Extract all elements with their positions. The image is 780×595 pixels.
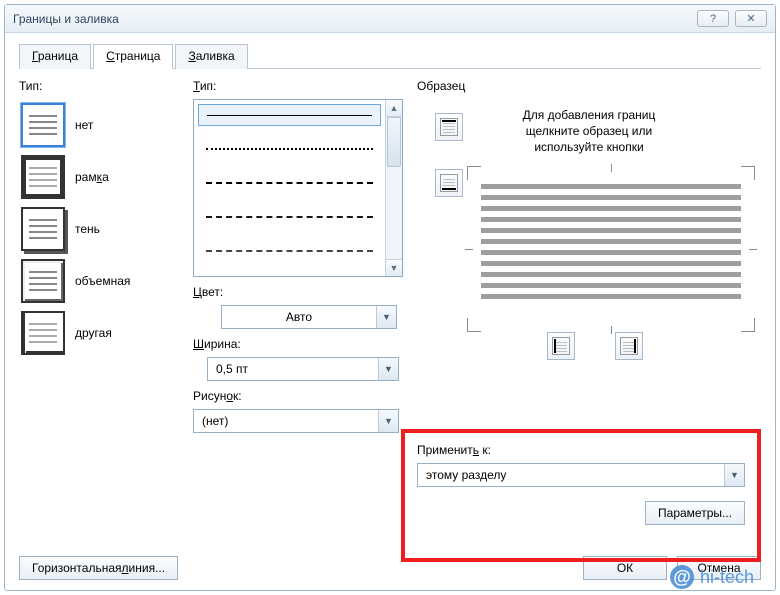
line-style-items <box>194 100 385 276</box>
tab-label: раница <box>38 49 78 63</box>
style-column: Тип: ▲ ▼ <box>193 79 403 524</box>
dropdown-arrow-icon[interactable]: ▼ <box>724 464 744 486</box>
scroll-up-button[interactable]: ▲ <box>386 100 402 117</box>
apply-to-value: этому разделу <box>418 464 724 486</box>
width-value: 0,5 пт <box>208 358 378 380</box>
help-button[interactable]: ? <box>697 10 729 27</box>
dropdown-arrow-icon[interactable]: ▼ <box>378 358 398 380</box>
line-style-dashed[interactable] <box>198 206 381 228</box>
preview-label: Образец <box>417 79 761 93</box>
crop-mark-icon <box>741 166 755 180</box>
art-dropdown[interactable]: (нет) ▼ <box>193 409 399 433</box>
edge-top-icon <box>440 118 458 136</box>
edge-right-icon <box>620 337 638 355</box>
width-label: Ширина: <box>193 337 403 351</box>
edge-bottom-button[interactable] <box>435 169 463 197</box>
art-value: (нет) <box>194 410 378 432</box>
crop-tick-icon <box>749 249 757 250</box>
dropdown-arrow-icon[interactable]: ▼ <box>378 410 398 432</box>
setting-label-none: нет <box>75 118 93 132</box>
crop-tick-icon <box>611 326 612 334</box>
setting-option-3d[interactable]: объемная <box>19 255 179 307</box>
color-dropdown[interactable]: Авто ▼ <box>221 305 397 329</box>
setting-option-none[interactable]: нет <box>19 99 179 151</box>
apply-to-dropdown[interactable]: этому разделу ▼ <box>417 463 745 487</box>
horizontal-line-button[interactable]: Горизонтальная линия... <box>19 556 178 580</box>
scroll-down-button[interactable]: ▼ <box>386 259 402 276</box>
crop-mark-icon <box>467 318 481 332</box>
tab-label: аливка <box>196 49 235 63</box>
swatch-custom-icon <box>21 311 65 355</box>
line-preview-icon <box>206 182 373 184</box>
preview-sample[interactable] <box>475 174 747 324</box>
tab-shading[interactable]: Заливка <box>175 44 247 69</box>
scroll-thumb[interactable] <box>387 117 401 167</box>
tab-strip: Граница Страница Заливка <box>19 43 761 69</box>
line-style-solid[interactable] <box>198 104 381 126</box>
line-style-listbox[interactable]: ▲ ▼ <box>193 99 403 277</box>
setting-label-shadow: тень <box>75 222 100 236</box>
window-controls: ? ✕ <box>697 10 767 27</box>
setting-column: Тип: нет рамка те <box>19 79 179 524</box>
color-label: Цвет: <box>193 285 403 299</box>
line-style-dashed-fine[interactable] <box>198 172 381 194</box>
setting-option-custom[interactable]: другая <box>19 307 179 359</box>
setting-label: Тип: <box>19 79 179 93</box>
close-button[interactable]: ✕ <box>735 10 767 27</box>
line-preview-icon <box>206 216 373 218</box>
crop-tick-icon <box>611 164 612 172</box>
preview-hint: Для добавления границ щелкните образец и… <box>427 107 751 156</box>
edge-left-icon <box>552 337 570 355</box>
scroll-track[interactable] <box>386 117 402 259</box>
line-style-scrollbar[interactable]: ▲ ▼ <box>385 100 402 276</box>
apply-to-group: Применить к: этому разделу ▼ Параметры..… <box>401 429 761 562</box>
edge-bottom-icon <box>440 174 458 192</box>
tab-label: траница <box>115 49 161 63</box>
crop-tick-icon <box>465 249 473 250</box>
swatch-shadow-icon <box>21 207 65 251</box>
titlebar: Границы и заливка ? ✕ <box>5 5 775 33</box>
options-button[interactable]: Параметры... <box>645 501 745 525</box>
dialog-body: Граница Страница Заливка Тип: нет ра <box>5 33 775 552</box>
color-value: Авто <box>222 306 376 328</box>
line-preview-icon <box>207 115 372 116</box>
art-label: Рисунок: <box>193 389 403 403</box>
edge-left-button[interactable] <box>547 332 575 360</box>
borders-shading-dialog: Границы и заливка ? ✕ Граница Страница З… <box>4 4 776 591</box>
swatch-3d-icon <box>21 259 65 303</box>
setting-label-custom: другая <box>75 326 112 340</box>
dialog-title: Границы и заливка <box>13 12 119 26</box>
setting-label-3d: объемная <box>75 274 130 288</box>
swatch-none-icon <box>21 103 65 147</box>
edge-right-button[interactable] <box>615 332 643 360</box>
line-style-dotted[interactable] <box>198 138 381 160</box>
page-content-icon <box>479 178 743 320</box>
line-preview-icon <box>206 148 373 150</box>
crop-mark-icon <box>741 318 755 332</box>
width-dropdown[interactable]: 0,5 пт ▼ <box>207 357 399 381</box>
swatch-box-icon <box>21 155 65 199</box>
line-style-dashed-wide[interactable] <box>198 240 381 262</box>
apply-to-label: Применить к: <box>417 443 745 457</box>
style-label: Тип: <box>193 79 403 93</box>
tab-page[interactable]: Страница <box>93 44 173 69</box>
line-preview-icon <box>206 250 373 252</box>
edge-top-button[interactable] <box>435 113 463 141</box>
setting-option-shadow[interactable]: тень <box>19 203 179 255</box>
tab-border[interactable]: Граница <box>19 44 91 69</box>
setting-label-box: рамка <box>75 170 109 184</box>
dropdown-arrow-icon[interactable]: ▼ <box>376 306 396 328</box>
setting-option-box[interactable]: рамка <box>19 151 179 203</box>
